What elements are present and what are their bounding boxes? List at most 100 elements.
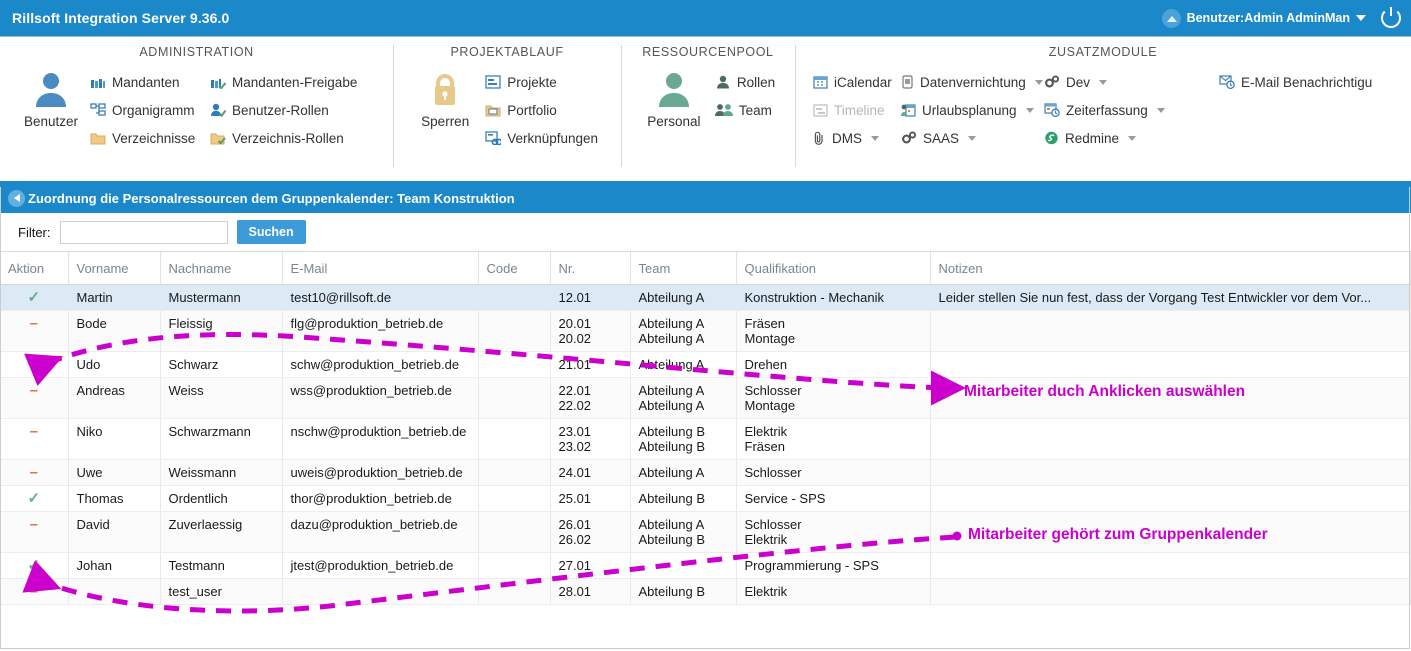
chevron-down-icon[interactable] <box>1034 79 1043 85</box>
chevron-down-icon[interactable] <box>968 135 977 141</box>
row-action-cell[interactable]: – <box>0 511 69 553</box>
back-arrow-icon[interactable] <box>8 190 25 207</box>
row-action-cell[interactable]: – <box>0 377 69 419</box>
column-header-nachname[interactable]: Nachname <box>160 252 283 285</box>
chevron-down-icon[interactable] <box>1025 107 1034 113</box>
ribbon-item-rollen[interactable]: Rollen <box>715 71 775 93</box>
ribbon-item-verzeichnis-rollen[interactable]: Verzeichnis-Rollen <box>210 127 357 149</box>
column-header-aktion[interactable]: Aktion <box>0 252 69 285</box>
ribbon-item-dev[interactable]: Dev <box>1044 71 1219 93</box>
chevron-up-circle-icon <box>1161 8 1181 28</box>
row-action-cell[interactable]: – <box>0 418 69 460</box>
row-qualifikation: Fräsen Montage <box>736 310 931 352</box>
column-header-code[interactable]: Code <box>478 252 551 285</box>
chevron-down-icon[interactable] <box>1128 135 1137 141</box>
column-header-qualifikation[interactable]: Qualifikation <box>736 252 931 285</box>
ribbon-item-projekte[interactable]: Projekte <box>485 71 598 93</box>
chevron-down-icon[interactable] <box>870 135 879 141</box>
ribbon-column: E-Mail Benachrichtigu <box>1219 65 1399 93</box>
row-action-cell[interactable]: – <box>0 459 69 486</box>
column-header-team[interactable]: Team <box>630 252 737 285</box>
minus-icon[interactable]: – <box>30 316 38 331</box>
ribbon-item-redmine[interactable]: Redmine <box>1044 127 1219 149</box>
ribbon-big-button-label: Benutzer <box>23 114 79 129</box>
ribbon-item-datenvernichtung[interactable]: Datenvernichtung <box>901 71 1044 93</box>
ribbon-item-organigramm[interactable]: Organigramm <box>90 99 210 121</box>
ribbon-item-verknuepfungen[interactable]: Verknüpfungen <box>485 127 598 149</box>
ribbon-item-dms[interactable]: DMS <box>813 127 901 149</box>
row-qualifikation: Service - SPS <box>736 485 931 512</box>
ribbon-item-verzeichnisse[interactable]: Verzeichnisse <box>90 127 210 149</box>
paperclip-icon <box>813 131 826 145</box>
ribbon-item-label: Datenvernichtung <box>919 74 1026 90</box>
table-row[interactable]: – Bode Fleissig flg@produktion_betrieb.de 20… <box>0 310 1411 352</box>
chevron-down-icon[interactable] <box>1099 79 1107 85</box>
row-nachname: Weiss <box>160 377 283 419</box>
caret-down-icon[interactable] <box>1356 15 1366 21</box>
table-row[interactable]: – Udo Schwarz schw@produktion_betrieb.de 21.… <box>0 351 1411 378</box>
filter-input[interactable] <box>59 220 228 244</box>
table-row[interactable]: ✓ Martin Mustermann test10@rillsoft.de 12.01… <box>0 284 1411 311</box>
table-row[interactable]: ✓ Thomas Ordentlich thor@produktion_betrieb… <box>0 485 1411 512</box>
row-action-cell[interactable]: ✓ <box>0 284 69 311</box>
table-row[interactable]: – test_user 28.01 Abteilung B Elektrik <box>0 578 1411 605</box>
column-header-email[interactable]: E-Mail <box>282 252 479 285</box>
ribbon-item-benutzer-rollen[interactable]: Benutzer-Rollen <box>210 99 357 121</box>
minus-icon[interactable]: – <box>30 517 38 532</box>
row-team: Abteilung A Abteilung A <box>630 377 737 419</box>
table-row[interactable]: – Uwe Weissmann uweis@produktion_betrieb.de… <box>0 459 1411 486</box>
column-header-notizen[interactable]: Notizen <box>930 252 1411 285</box>
column-header-vorname[interactable]: Vorname <box>68 252 161 285</box>
row-qualifikation: Schlosser Montage <box>736 377 931 419</box>
ribbon-big-button-sperren[interactable]: Sperren <box>405 65 485 129</box>
minus-icon[interactable]: – <box>30 424 38 439</box>
vacation-icon <box>900 103 916 117</box>
minus-icon[interactable]: – <box>30 584 38 599</box>
ribbon-big-button-personal[interactable]: Personal <box>633 65 715 129</box>
row-action-cell[interactable]: ✓ <box>0 485 69 512</box>
user-menu[interactable]: Benutzer:Admin AdminMan <box>1161 8 1366 28</box>
ribbon-item-icalendar[interactable]: iCalendar <box>813 71 901 93</box>
ribbon-group-title: ZUSATZMODULE <box>1048 45 1158 59</box>
row-action-cell[interactable]: – <box>0 578 69 605</box>
ribbon-column: Dev Zeiterfassung Redmine <box>1044 65 1219 149</box>
person-green-icon <box>655 71 693 107</box>
power-icon[interactable] <box>1381 7 1401 28</box>
row-email: flg@produktion_betrieb.de <box>282 310 479 352</box>
check-icon[interactable]: ✓ <box>27 290 40 305</box>
ribbon-item-urlaubsplanung[interactable]: Urlaubsplanung <box>900 99 1044 121</box>
search-button[interactable]: Suchen <box>236 220 306 244</box>
row-nachname: Schwarz <box>160 351 283 378</box>
ribbon-item-team[interactable]: Team <box>714 99 775 121</box>
ribbon-big-button-benutzer[interactable]: Benutzer <box>12 65 90 129</box>
column-header-nr[interactable]: Nr. <box>550 252 631 285</box>
row-action-cell[interactable]: ✓ <box>0 552 69 579</box>
ribbon-item-portfolio[interactable]: Portfolio <box>485 99 598 121</box>
portfolio-icon <box>485 103 501 117</box>
check-icon[interactable]: ✓ <box>27 491 40 506</box>
row-notizen <box>930 552 1411 579</box>
ribbon-item-label: iCalendar <box>833 74 892 90</box>
gears-icon <box>1044 75 1060 89</box>
row-action-cell[interactable]: – <box>0 310 69 352</box>
row-nachname: Mustermann <box>160 284 283 311</box>
row-action-cell[interactable]: – <box>0 351 69 378</box>
minus-icon[interactable]: – <box>30 383 38 398</box>
chevron-down-icon[interactable] <box>1156 107 1165 113</box>
minus-icon[interactable]: – <box>30 357 38 372</box>
ribbon-item-timeline[interactable]: Timeline <box>813 99 901 121</box>
ribbon-item-label: Zeiterfassung <box>1065 102 1148 118</box>
row-nr: 24.01 <box>550 459 631 486</box>
ribbon-item-email-benachrichtigung[interactable]: E-Mail Benachrichtigu <box>1219 71 1399 93</box>
ribbon-item-label: E-Mail Benachrichtigu <box>1240 74 1373 90</box>
ribbon-item-mandanten-freigabe[interactable]: Mandanten-Freigabe <box>210 71 357 93</box>
table-row[interactable]: – Niko Schwarzmann nschw@produktion_betrieb… <box>0 418 1411 460</box>
ribbon-item-saas[interactable]: SAAS <box>901 127 1044 149</box>
ribbon-item-mandanten[interactable]: Mandanten <box>90 71 210 93</box>
check-icon[interactable]: ✓ <box>27 558 40 573</box>
ribbon-item-zeiterfassung[interactable]: Zeiterfassung <box>1044 99 1219 121</box>
table-row[interactable]: ✓ Johan Testmann jtest@produktion_betrieb.d… <box>0 552 1411 579</box>
minus-icon[interactable]: – <box>30 465 38 480</box>
ribbon-big-button-label: Personal <box>647 114 701 129</box>
ribbon-item-label: Dev <box>1065 74 1090 90</box>
